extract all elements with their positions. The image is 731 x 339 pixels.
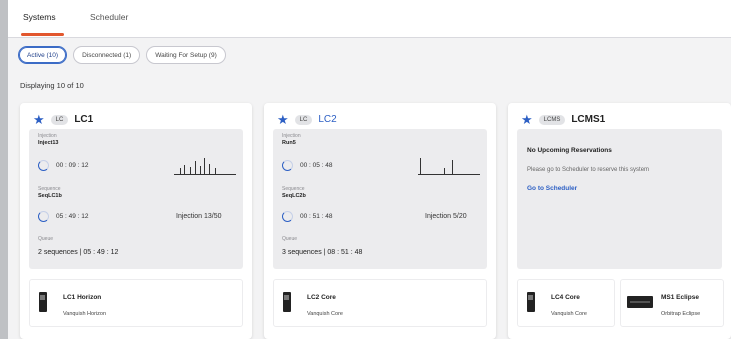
module-name: MS1 Eclipse bbox=[661, 294, 699, 301]
result-count: Displaying 10 of 10 bbox=[20, 81, 84, 90]
injection-time: 00 : 05 : 48 bbox=[300, 162, 333, 169]
module-name: LC2 Core bbox=[307, 294, 336, 301]
app-window: Systems Scheduler Active (10) Disconnect… bbox=[8, 0, 731, 339]
module-model: Vanquish Horizon bbox=[63, 311, 107, 317]
system-name[interactable]: LC1 bbox=[74, 114, 93, 125]
go-to-scheduler-link[interactable]: Go to Scheduler bbox=[527, 185, 577, 192]
module-model: Orbitrap Eclipse bbox=[661, 311, 701, 317]
system-type-badge: LCMS bbox=[538, 114, 566, 125]
filter-waiting-setup-chip[interactable]: Waiting For Setup (9) bbox=[146, 46, 226, 64]
injection-name: Run5 bbox=[282, 140, 296, 146]
module-tile[interactable]: LC4 Core Vanquish Core bbox=[517, 279, 615, 327]
filter-disconnected-chip[interactable]: Disconnected (1) bbox=[73, 46, 141, 64]
chromatogram-sparkline bbox=[174, 153, 236, 175]
system-card-lc1[interactable]: ★ LC LC1 Injection Inject13 00 : 09 : 12… bbox=[20, 103, 252, 339]
injection-count: Injection 5/20 bbox=[425, 213, 467, 220]
run-status-panel: Injection Inject13 00 : 09 : 12 Sequence… bbox=[29, 129, 243, 269]
module-model: Vanquish Core bbox=[551, 311, 587, 317]
tab-scheduler[interactable]: Scheduler bbox=[90, 12, 128, 22]
progress-ring-icon bbox=[282, 211, 293, 222]
injection-time: 00 : 09 : 12 bbox=[56, 162, 89, 169]
queue-label: Queue bbox=[282, 236, 298, 242]
injection-timer: 00 : 05 : 48 bbox=[282, 160, 333, 171]
sequence-timer: 00 : 51 : 48 bbox=[282, 211, 333, 222]
system-name[interactable]: LCMS1 bbox=[571, 114, 605, 125]
sequence-name: SeqLC2b bbox=[282, 193, 306, 199]
system-type-badge: LC bbox=[50, 114, 69, 125]
progress-ring-icon bbox=[282, 160, 293, 171]
active-tab-indicator bbox=[21, 33, 64, 36]
lc-module-icon bbox=[283, 292, 291, 312]
status-filters: Active (10) Disconnected (1) Waiting For… bbox=[18, 46, 226, 64]
queue-summary: 2 sequences | 05 : 49 : 12 bbox=[38, 249, 119, 256]
module-name: LC4 Core bbox=[551, 294, 580, 301]
system-card-lc2[interactable]: ★ LC LC2 Injection Run5 00 : 05 : 48 Seq… bbox=[264, 103, 496, 339]
sequence-time: 05 : 49 : 12 bbox=[56, 213, 89, 220]
sequence-label: Sequence bbox=[282, 186, 305, 192]
star-icon[interactable]: ★ bbox=[277, 113, 289, 126]
queue-label: Queue bbox=[38, 236, 54, 242]
top-tab-bar: Systems Scheduler bbox=[8, 0, 731, 38]
system-type-badge: LC bbox=[294, 114, 313, 125]
card-header: ★ LC LC1 bbox=[33, 113, 93, 126]
sequence-label: Sequence bbox=[38, 186, 61, 192]
chromatogram-sparkline bbox=[418, 153, 480, 175]
reservation-panel: No Upcoming Reservations Please go to Sc… bbox=[517, 129, 722, 269]
module-name: LC1 Horizon bbox=[63, 294, 102, 301]
star-icon[interactable]: ★ bbox=[33, 113, 45, 126]
module-tile[interactable]: MS1 Eclipse Orbitrap Eclipse bbox=[620, 279, 724, 327]
card-header: ★ LC LC2 bbox=[277, 113, 337, 126]
star-icon[interactable]: ★ bbox=[521, 113, 533, 126]
scheduler-hint: Please go to Scheduler to reserve this s… bbox=[527, 167, 650, 173]
injection-timer: 00 : 09 : 12 bbox=[38, 160, 89, 171]
injection-label: Injection bbox=[38, 133, 57, 139]
no-reservations-heading: No Upcoming Reservations bbox=[527, 147, 612, 154]
system-name[interactable]: LC2 bbox=[318, 114, 336, 125]
module-model: Vanquish Core bbox=[307, 311, 343, 317]
injection-count: Injection 13/50 bbox=[176, 213, 222, 220]
system-card-lcms1[interactable]: ★ LCMS LCMS1 No Upcoming Reservations Pl… bbox=[508, 103, 731, 339]
sequence-time: 00 : 51 : 48 bbox=[300, 213, 333, 220]
queue-summary: 3 sequences | 08 : 51 : 48 bbox=[282, 249, 363, 256]
progress-ring-icon bbox=[38, 160, 49, 171]
lc-module-icon bbox=[527, 292, 535, 312]
module-tile[interactable]: LC1 Horizon Vanquish Horizon bbox=[29, 279, 243, 327]
ms-module-icon bbox=[627, 296, 653, 308]
sequence-timer: 05 : 49 : 12 bbox=[38, 211, 89, 222]
injection-label: Injection bbox=[282, 133, 301, 139]
card-header: ★ LCMS LCMS1 bbox=[521, 113, 605, 126]
tab-systems[interactable]: Systems bbox=[23, 12, 56, 22]
progress-ring-icon bbox=[38, 211, 49, 222]
run-status-panel: Injection Run5 00 : 05 : 48 Sequence Seq… bbox=[273, 129, 487, 269]
injection-name: Inject13 bbox=[38, 140, 59, 146]
lc-module-icon bbox=[39, 292, 47, 312]
module-tile[interactable]: LC2 Core Vanquish Core bbox=[273, 279, 487, 327]
sequence-name: SeqLC1b bbox=[38, 193, 62, 199]
filter-active-chip[interactable]: Active (10) bbox=[18, 46, 68, 64]
